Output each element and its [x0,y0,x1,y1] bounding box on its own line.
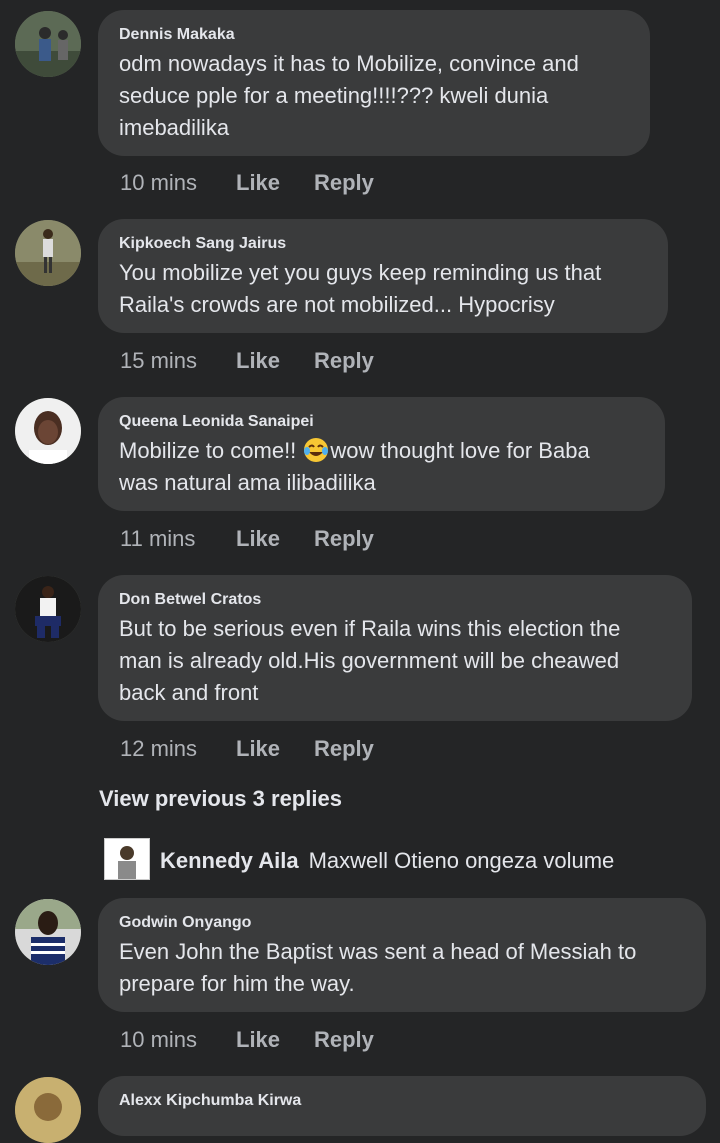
comment-bubble: Queena Leonida Sanaipei Mobilize to come… [98,397,665,511]
comment-text-line: Raila's crowds are not mobilized... Hypo… [119,292,555,317]
comment-time[interactable]: 12 mins [120,736,197,762]
comment-text-part: Mobilize to come!! [119,438,303,463]
avatar[interactable] [15,220,81,286]
comment-time[interactable]: 10 mins [120,170,197,196]
reply-button[interactable]: Reply [314,526,374,552]
nested-reply: Kennedy Aila Maxwell Otieno ongeza volume [160,848,614,874]
comment-author[interactable]: Godwin Onyango [119,912,684,934]
reply-button[interactable]: Reply [314,170,374,196]
comment-text-part: wow thought love for Baba [330,438,590,463]
comment-text-line: imebadilika [119,115,230,140]
avatar[interactable] [15,398,81,464]
like-button[interactable]: Like [236,736,280,762]
comment-author[interactable]: Queena Leonida Sanaipei [119,411,643,433]
comment-time[interactable]: 10 mins [120,1027,197,1053]
comment-bubble: Alexx Kipchumba Kirwa [98,1076,706,1136]
comment-text-line: seduce pple for a meeting!!!!??? kweli d… [119,83,549,108]
comment-text-line: Even John the Baptist was sent a head of… [119,939,637,964]
reply-button[interactable]: Reply [314,736,374,762]
like-button[interactable]: Like [236,170,280,196]
comment-time[interactable]: 15 mins [120,348,197,374]
comment-author[interactable]: Don Betwel Cratos [119,589,670,611]
view-previous-replies-link[interactable]: View previous 3 replies [99,786,342,812]
comment-text-line: prepare for him the way. [119,971,355,996]
avatar[interactable] [15,899,81,965]
avatar[interactable] [15,576,81,642]
like-button[interactable]: Like [236,526,280,552]
comment-bubble: Dennis Makaka odm nowadays it has to Mob… [98,10,650,156]
avatar[interactable] [15,1077,81,1143]
nested-reply-text: Maxwell Otieno ongeza volume [308,848,615,873]
comment-bubble: Don Betwel Cratos But to be serious even… [98,575,692,721]
comment-text-line: You mobilize yet you guys keep reminding… [119,260,602,285]
tears-of-joy-emoji [304,438,329,462]
like-button[interactable]: Like [236,348,280,374]
comment-text-line: was natural ama ilibadilika [119,470,376,495]
comment-author[interactable]: Kipkoech Sang Jairus [119,233,646,255]
avatar[interactable] [15,11,81,77]
reply-button[interactable]: Reply [314,348,374,374]
comment-text-line: Mobilize to come!! wow thought love for … [119,435,643,467]
comment-bubble: Godwin Onyango Even John the Baptist was… [98,898,706,1012]
comment-text-line: man is already old.His government will b… [119,648,620,673]
comment-bubble: Kipkoech Sang Jairus You mobilize yet yo… [98,219,668,333]
comment-time[interactable]: 11 mins [120,526,195,552]
comment-author[interactable]: Alexx Kipchumba Kirwa [119,1090,684,1112]
comment-text-line: back and front [119,680,259,705]
reply-button[interactable]: Reply [314,1027,374,1053]
comment-author[interactable]: Dennis Makaka [119,24,628,46]
comment-text-line: But to be serious even if Raila wins thi… [119,616,621,641]
avatar[interactable] [104,838,150,880]
comment-text-line: odm nowadays it has to Mobilize, convinc… [119,51,579,76]
nested-reply-author[interactable]: Kennedy Aila [160,848,299,873]
like-button[interactable]: Like [236,1027,280,1053]
